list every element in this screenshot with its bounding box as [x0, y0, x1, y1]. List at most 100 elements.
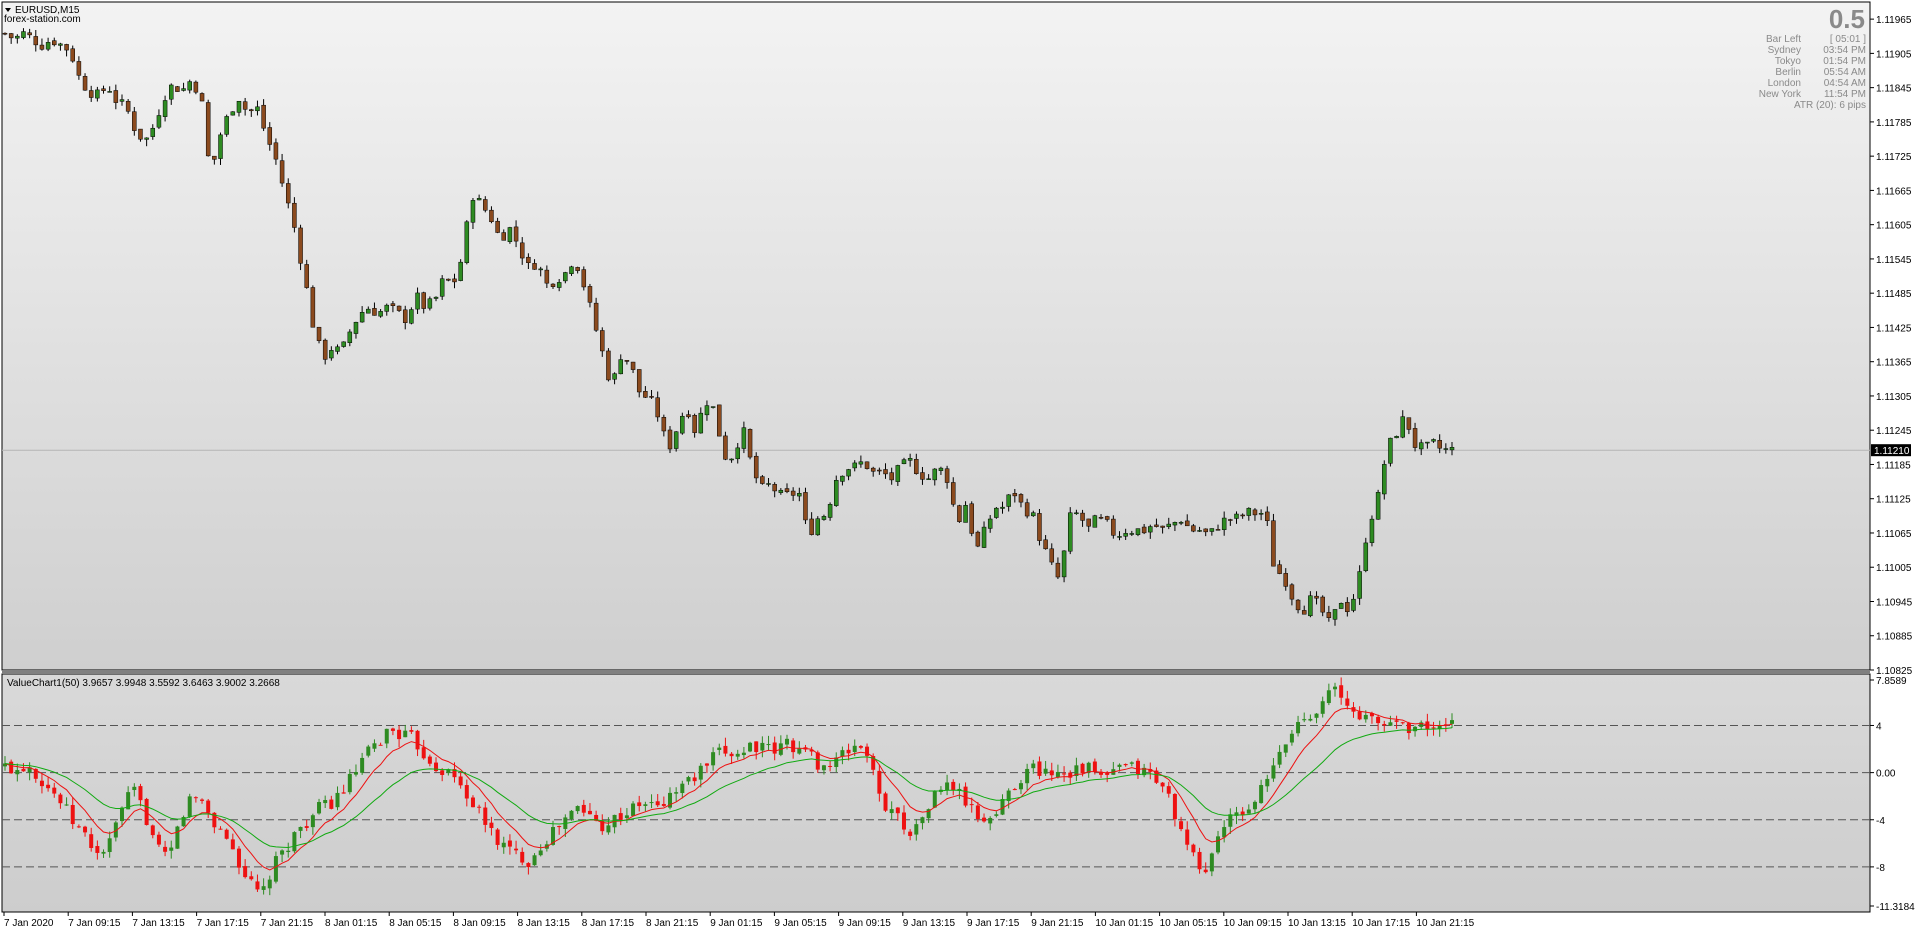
indicator-bar [1406, 723, 1411, 734]
indicator-bar [415, 730, 420, 750]
candle-body [1215, 529, 1221, 531]
chart-canvas[interactable]: 1.11965 1.11905 1.11845 1.11785 1.11725 1.116… [0, 0, 1916, 933]
price-tick-label: 1.11185 [1876, 460, 1911, 471]
indicator-bar [1129, 762, 1134, 764]
candle-body [1123, 533, 1128, 537]
candle-body [1031, 512, 1036, 517]
indicator-bar [1413, 726, 1418, 732]
indicator-bar [624, 815, 629, 819]
indicator-bar [409, 730, 414, 732]
indicator-bar [969, 804, 974, 806]
indicator-bar [963, 786, 968, 806]
candle-body [686, 414, 691, 418]
indicator-bar [169, 847, 174, 851]
candle-body [753, 455, 759, 479]
candle-body [1098, 517, 1104, 519]
candle-body [606, 350, 611, 381]
candle-body [101, 88, 106, 91]
candle-body [1437, 440, 1442, 449]
price-tick-label: 1.11545 [1876, 255, 1912, 266]
indicator-bar [834, 757, 839, 767]
candle-body [778, 489, 784, 493]
info-row-value: 04:54 AM [1824, 78, 1866, 89]
indicator-bar [1333, 686, 1338, 690]
candle-body [310, 287, 316, 328]
candle-body [58, 43, 63, 46]
candle-body [470, 200, 476, 223]
candle-body [790, 490, 796, 496]
indicator-bar [1216, 836, 1221, 853]
candle-body [926, 478, 931, 480]
candle-body [538, 268, 543, 271]
indicator-bar [372, 743, 377, 749]
indicator-bar [138, 786, 143, 801]
candle-body [827, 504, 833, 518]
indicator-bar [1080, 763, 1085, 774]
candle-body [994, 507, 999, 518]
candle-body [1400, 416, 1405, 438]
price-tick-label: 1.11005 [1876, 563, 1912, 574]
candle-body [1006, 494, 1011, 507]
indicator-bar [741, 752, 746, 756]
indicator-bar [335, 792, 340, 808]
indicator-bar [1049, 770, 1054, 776]
indicator-bar [784, 738, 789, 745]
indicator-bar [772, 742, 777, 754]
candle-body [1129, 533, 1135, 535]
candle-body [550, 283, 556, 287]
price-tick-label: 1.11605 [1876, 221, 1912, 232]
indicator-bar [748, 742, 753, 752]
candle-body [870, 467, 876, 472]
indicator-bar [347, 773, 352, 793]
candle-body [1172, 522, 1178, 526]
candle-body [95, 89, 100, 99]
indicator-bar [46, 784, 51, 789]
candle-body [279, 160, 285, 184]
candle-body [483, 199, 488, 211]
time-tick-label: 8 Jan 13:15 [518, 918, 571, 929]
time-tick-label: 8 Jan 09:15 [453, 918, 506, 929]
candle-body [452, 278, 457, 283]
candle-body [1357, 571, 1362, 599]
candle-body [612, 373, 617, 380]
symbol-header[interactable]: EURUSD,M15 forex-station.com [4, 5, 81, 25]
indicator-bar [280, 850, 285, 855]
time-tick-label: 8 Jan 17:15 [582, 918, 635, 929]
candle-body [205, 102, 211, 157]
candle-body [199, 93, 205, 102]
indicator-bar [1043, 768, 1048, 774]
indicator-bar [1363, 714, 1368, 720]
indicator-bar [1450, 720, 1454, 724]
time-tick-label: 8 Jan 21:15 [646, 918, 699, 929]
indicator-bar [1012, 789, 1017, 791]
indicator-bar [895, 807, 900, 814]
candle-body [877, 469, 882, 472]
candle-body [630, 361, 636, 370]
indicator-bar [1166, 786, 1171, 794]
candle-body [649, 396, 654, 398]
indicator-bar [1025, 768, 1030, 784]
indicator-bar [821, 765, 826, 771]
price-panel[interactable] [1, 1, 1871, 671]
candle-body [2, 32, 8, 35]
indicator-bar [1296, 721, 1301, 734]
candle-body [987, 518, 993, 529]
candle-body [335, 346, 340, 352]
indicator-bar [1357, 711, 1362, 720]
indicator-bar [674, 792, 679, 794]
candle-body [298, 227, 303, 264]
metatrader-chart-window[interactable]: 1.11965 1.11905 1.11845 1.11785 1.11725 1.116… [0, 0, 1916, 933]
indicator-bar [883, 793, 888, 811]
indicator-bar [569, 810, 574, 820]
candle-body [1135, 528, 1141, 535]
candle-body [8, 33, 14, 39]
info-row-label: Tokyo [1775, 56, 1802, 67]
candle-body [366, 308, 371, 314]
candle-body [747, 429, 753, 458]
candle-body [895, 465, 901, 482]
candle-body [563, 272, 568, 282]
price-tick-label: 1.11365 [1876, 358, 1912, 369]
indicator-bar [286, 850, 291, 853]
candle-body [1000, 506, 1005, 509]
candle-body [1240, 514, 1245, 517]
